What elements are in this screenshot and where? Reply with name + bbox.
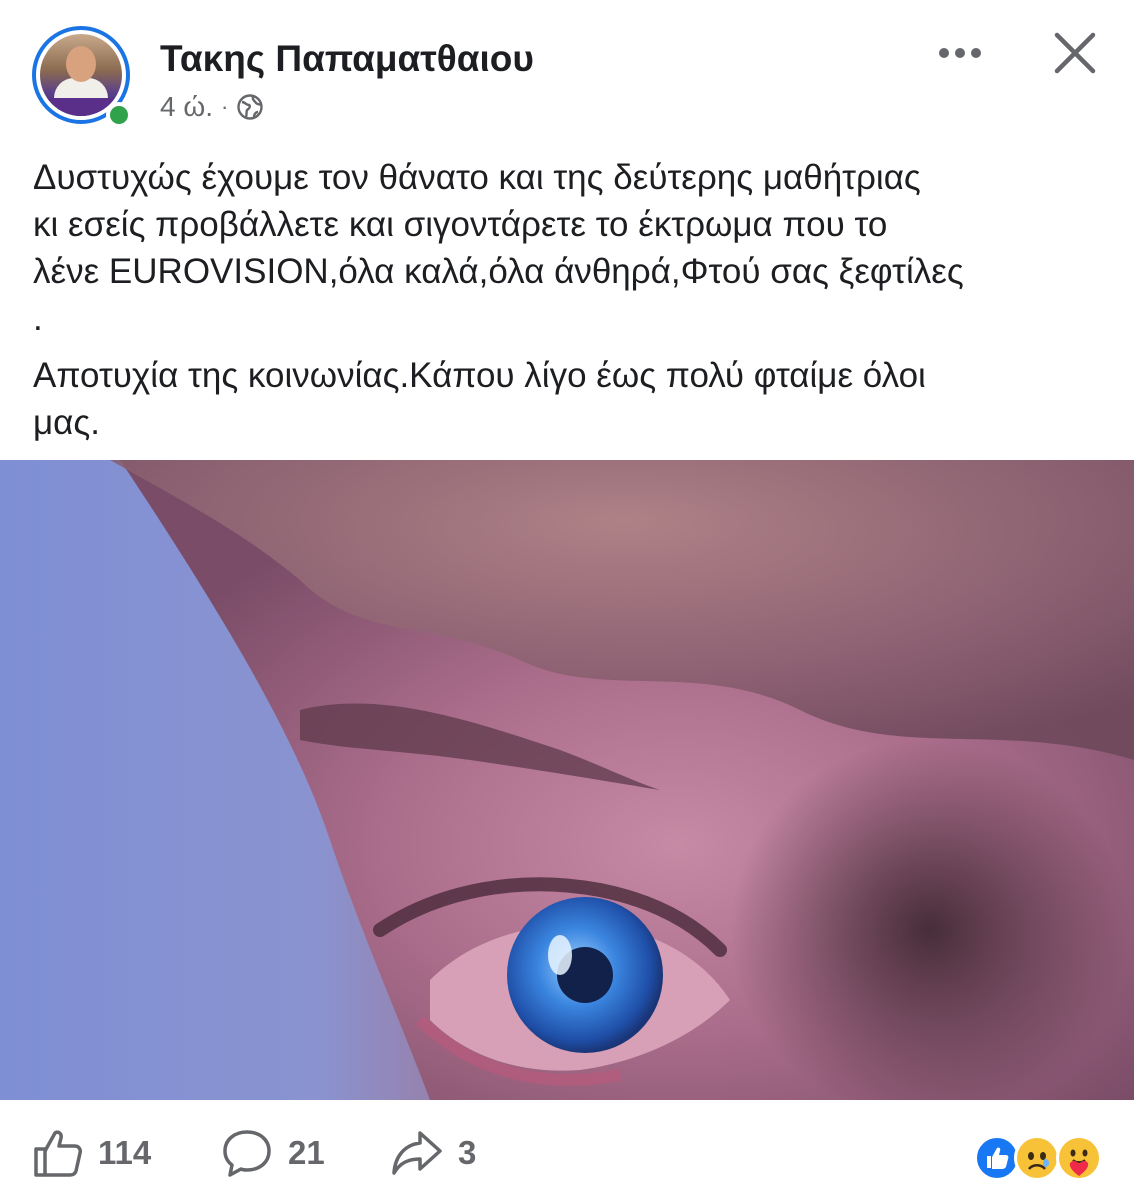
more-options-icon[interactable] bbox=[936, 38, 984, 68]
share-count: 3 bbox=[458, 1134, 477, 1171]
care-reaction-icon bbox=[1056, 1135, 1102, 1181]
post-header: Τακης Παπαματθαιου 4 ώ. · bbox=[0, 0, 1134, 140]
like-button[interactable]: 114 bbox=[32, 1128, 151, 1178]
post-meta: 4 ώ. · bbox=[160, 90, 264, 124]
share-arrow-icon bbox=[390, 1127, 444, 1179]
meta-separator: · bbox=[221, 94, 229, 119]
like-count: 114 bbox=[98, 1134, 152, 1171]
post-actions: 114 21 3 bbox=[0, 1100, 1134, 1200]
sad-reaction-icon bbox=[1014, 1135, 1060, 1181]
post-text-paragraph: Αποτυχία της κοινωνίας.Κάπου λίγο έως πο… bbox=[33, 356, 926, 442]
avatar-image bbox=[40, 34, 122, 116]
post-text-paragraph: Δυστυχώς έχουμε τον θάνατο και της δεύτε… bbox=[33, 158, 964, 338]
comment-button[interactable]: 21 bbox=[220, 1128, 325, 1178]
close-icon[interactable] bbox=[1052, 30, 1098, 76]
post-time[interactable]: 4 ώ. bbox=[160, 91, 213, 123]
globe-icon bbox=[236, 93, 264, 121]
reactions-summary[interactable] bbox=[974, 1135, 1106, 1181]
share-button[interactable]: 3 bbox=[390, 1128, 476, 1178]
thumbs-up-icon bbox=[32, 1127, 84, 1179]
author-name[interactable]: Τακης Παπαματθαιου bbox=[160, 38, 534, 80]
comment-icon bbox=[220, 1127, 274, 1179]
post-photo[interactable] bbox=[0, 460, 1134, 1100]
online-status-dot bbox=[106, 102, 132, 128]
author-avatar[interactable] bbox=[32, 26, 136, 130]
comment-count: 21 bbox=[288, 1134, 325, 1171]
post-text: Δυστυχώς έχουμε τον θάνατο και της δεύτε… bbox=[33, 154, 1113, 446]
